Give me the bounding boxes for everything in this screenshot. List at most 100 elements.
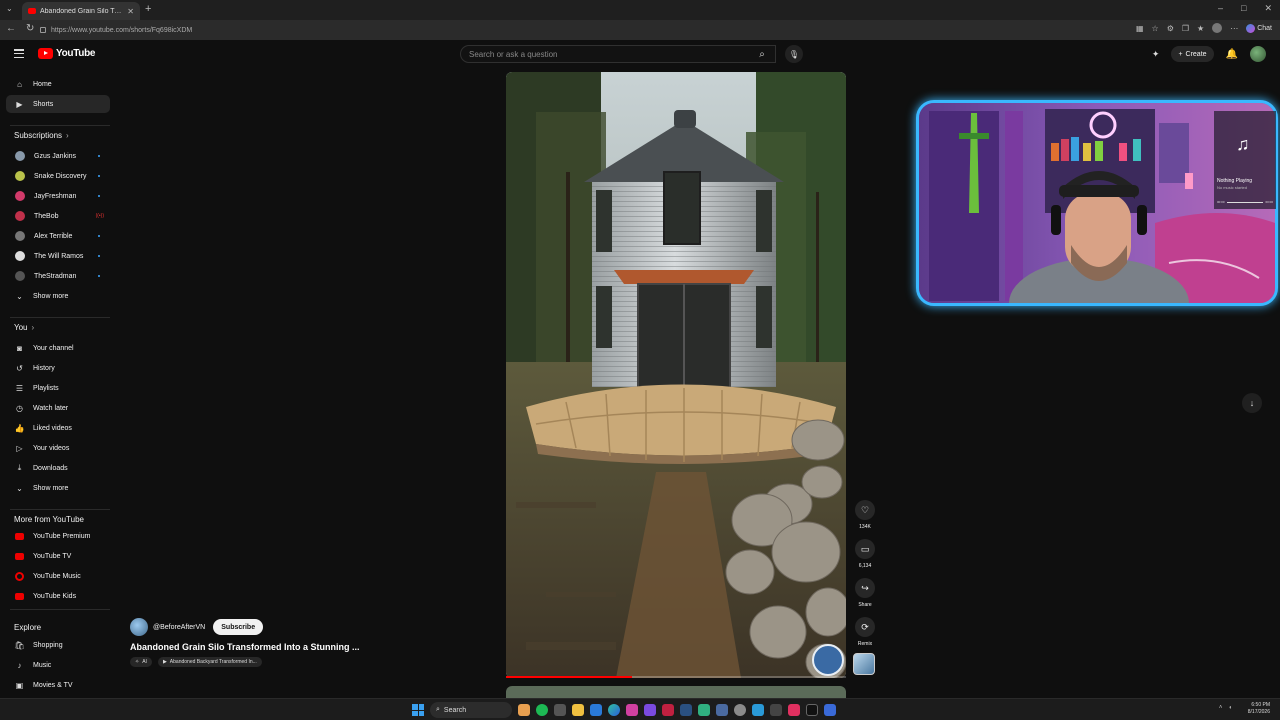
wooden-deck xyxy=(526,384,836,464)
sidebar-item-downloads[interactable]: ⤓ Downloads xyxy=(6,459,110,477)
short-title[interactable]: Abandoned Grain Silo Transformed Into a … xyxy=(130,642,500,652)
search-icon[interactable]: ⌕ xyxy=(752,45,772,63)
youtube-kids-icon xyxy=(15,592,24,600)
sidebar-item-shopping-label: Shopping xyxy=(33,641,63,649)
show-more-subscriptions[interactable]: ⌄ Show more xyxy=(6,287,110,305)
app-icon-teal[interactable] xyxy=(698,704,710,716)
sparkle-icon[interactable]: ✦ xyxy=(1152,49,1160,60)
sidebar-item-history[interactable]: ↺ History xyxy=(6,359,110,377)
profile-icon[interactable] xyxy=(1212,23,1223,33)
favorites-icon[interactable]: ★ xyxy=(1197,24,1204,33)
sidebar-subscription[interactable]: Alex Terrible xyxy=(6,227,110,245)
sidebar-item-youtube-premium[interactable]: YouTube Premium xyxy=(6,527,110,545)
menu-icon[interactable] xyxy=(14,49,24,58)
sidebar-subscription[interactable]: Gzus Jankins xyxy=(6,147,110,165)
next-short-arrow-icon[interactable]: ↓ xyxy=(1242,393,1262,413)
close-window-icon[interactable]: ✕ xyxy=(1264,3,1272,14)
sound-thumbnail[interactable] xyxy=(853,653,875,675)
taskbar-apps: ⌕ Search xyxy=(412,702,836,718)
tiktok-icon[interactable] xyxy=(806,704,818,716)
channel-handle[interactable]: @BeforeAfterVN xyxy=(153,624,205,631)
video-progress-bar[interactable] xyxy=(506,676,846,678)
taskbar-clock[interactable]: 6:50 PM 8/17/2026 xyxy=(1248,702,1270,716)
address-bar-row: ← ↻ https://www.youtube.com/shorts/Fq698… xyxy=(0,20,1280,40)
windows-start-icon[interactable] xyxy=(412,704,424,716)
file-explorer-icon[interactable] xyxy=(572,704,584,716)
tab-menu-icon[interactable]: ⌄ xyxy=(6,4,13,13)
youtube-logo[interactable]: YouTube xyxy=(38,48,96,59)
obs-icon[interactable] xyxy=(734,704,746,716)
app-icon-purple[interactable] xyxy=(644,704,656,716)
taskbar-app-icon[interactable] xyxy=(518,704,530,716)
close-tab-icon[interactable]: ✕ xyxy=(127,7,134,16)
sidebar-item-liked-videos-label: Liked videos xyxy=(33,424,72,432)
account-avatar[interactable] xyxy=(1250,46,1266,62)
sidebar-item-movies-tv[interactable]: ▣ Movies & TV xyxy=(6,676,110,694)
back-icon[interactable]: ← xyxy=(6,23,16,34)
channel-avatar[interactable] xyxy=(130,618,148,636)
new-content-dot-icon xyxy=(98,275,100,277)
subscriptions-heading[interactable]: Subscriptions › xyxy=(14,131,69,140)
maximize-icon[interactable]: □ xyxy=(1241,3,1246,14)
app-icon-red[interactable] xyxy=(662,704,674,716)
widgets-icon[interactable] xyxy=(554,704,566,716)
store-icon[interactable] xyxy=(590,704,602,716)
remix-button[interactable]: ⟳ Remix xyxy=(852,617,878,647)
sidebar-item-your-channel[interactable]: ◙ Your channel xyxy=(6,339,110,357)
sidebar-subscription[interactable]: JayFreshman xyxy=(6,187,110,205)
app-icon-rose[interactable] xyxy=(788,704,800,716)
subscribe-button[interactable]: Subscribe xyxy=(213,619,264,635)
sidebar-item-liked-videos[interactable]: 👍 Liked videos xyxy=(6,419,110,437)
sidebar-subscription[interactable]: TheStradman xyxy=(6,267,110,285)
browser-tab[interactable]: Abandoned Grain Silo Transfo ✕ xyxy=(22,2,140,20)
app-icon-windows[interactable] xyxy=(824,704,836,716)
sidebar-item-music[interactable]: ♪ Music xyxy=(6,656,110,674)
sidebar-item-youtube-tv[interactable]: YouTube TV xyxy=(6,547,110,565)
sidebar-item-youtube-music[interactable]: YouTube Music xyxy=(6,567,110,585)
app-icon-blue[interactable] xyxy=(716,704,728,716)
copilot-chat-button[interactable]: Chat xyxy=(1246,23,1272,33)
sidebar-item-playlists[interactable]: ☰ Playlists xyxy=(6,379,110,397)
app-icon-sky[interactable] xyxy=(752,704,764,716)
minimize-icon[interactable]: – xyxy=(1218,3,1223,14)
sidebar-item-shopping[interactable]: 🛍 Shopping xyxy=(6,636,110,654)
sidebar-item-shorts[interactable]: ▶ Shorts xyxy=(6,95,110,113)
next-short-preview[interactable] xyxy=(506,686,846,698)
extensions-icon[interactable]: ⚙ xyxy=(1167,24,1174,33)
app-icon-pink[interactable] xyxy=(626,704,638,716)
site-info-icon[interactable] xyxy=(40,27,46,33)
favorite-star-icon[interactable]: ☆ xyxy=(1152,24,1159,33)
reload-icon[interactable]: ↻ xyxy=(26,23,34,34)
ai-tag[interactable]: ✧ AI xyxy=(130,657,152,667)
collections-icon[interactable]: ❐ xyxy=(1182,24,1189,33)
sound-tag[interactable]: ▶ Abandoned Backyard Transformed In... xyxy=(157,657,262,667)
sidebar-item-watch-later[interactable]: ◷ Watch later xyxy=(6,399,110,417)
volume-icon[interactable]: ◖ xyxy=(1228,705,1232,711)
notifications-icon[interactable]: 🔔 xyxy=(1226,49,1238,60)
create-button[interactable]: + Create xyxy=(1171,46,1214,62)
spotify-icon[interactable] xyxy=(536,704,548,716)
taskbar-search[interactable]: ⌕ Search xyxy=(430,702,512,718)
search-input[interactable]: Search or ask a question xyxy=(460,45,776,63)
edge-icon[interactable] xyxy=(608,704,620,716)
you-heading[interactable]: You › xyxy=(14,323,34,332)
more-icon[interactable]: ⋯ xyxy=(1230,24,1238,33)
sidebar-subscription[interactable]: Snake Discovery xyxy=(6,167,110,185)
show-more-you[interactable]: ⌄ Show more xyxy=(6,479,110,497)
sidebar-item-your-videos[interactable]: ▷ Your videos xyxy=(6,439,110,457)
microphone-icon[interactable]: 🎙 xyxy=(785,45,803,63)
tray-chevron-icon[interactable]: ˄ xyxy=(1219,705,1223,711)
sidebar-item-youtube-kids[interactable]: YouTube Kids xyxy=(6,587,110,605)
sidebar-item-home[interactable]: ⌂ Home xyxy=(6,75,110,93)
shorts-video-player[interactable] xyxy=(506,72,846,678)
address-bar[interactable]: https://www.youtube.com/shorts/Fq698icXD… xyxy=(40,23,1100,37)
like-button[interactable]: ♡ 134K xyxy=(852,500,878,530)
app-icon-grey[interactable] xyxy=(770,704,782,716)
app-available-icon[interactable]: ▦ xyxy=(1136,24,1144,33)
sidebar-subscription[interactable]: The Will Ramos xyxy=(6,247,110,265)
new-tab-icon[interactable]: + xyxy=(145,3,151,15)
steam-icon[interactable] xyxy=(680,704,692,716)
sidebar-subscription[interactable]: TheBob ((•)) xyxy=(6,207,110,225)
comments-button[interactable]: ▭ 6,134 xyxy=(852,539,878,569)
share-button[interactable]: ↪ Share xyxy=(852,578,878,608)
